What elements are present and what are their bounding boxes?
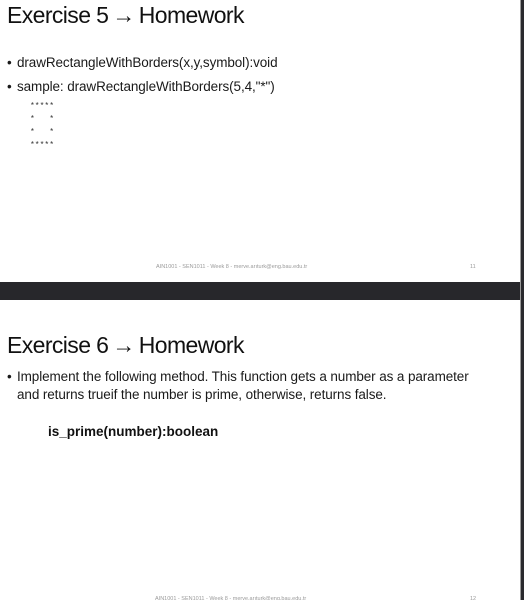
- bullet-text: drawRectangleWithBorders(x,y,symbol):voi…: [17, 55, 278, 70]
- right-arrow-icon: →: [112, 2, 135, 28]
- slide-number: 11: [470, 264, 476, 270]
- slide-exercise-6: Exercise 6 → Homework • Implement the foll…: [0, 300, 520, 600]
- bullet-icon: •: [7, 79, 12, 94]
- slide-separator: [0, 282, 524, 300]
- slide-footer: AIN1001 - SEN1011 - Week 8 - merve.arıtu…: [155, 596, 307, 600]
- slide-title: Exercise 5 → Homework: [7, 2, 245, 29]
- window-right-border: [520, 0, 524, 600]
- title-text: Exercise 5: [7, 2, 109, 28]
- bullet-item: • Implement the following method. This f…: [7, 368, 477, 404]
- bullet-item: • sample: drawRectangleWithBorders(5,4,"…: [7, 78, 278, 96]
- bullet-icon: •: [7, 369, 12, 384]
- method-signature: is_prime(number):boolean: [48, 424, 219, 439]
- bullet-item: • drawRectangleWithBorders(x,y,symbol):v…: [7, 54, 278, 72]
- bullet-list: • Implement the following method. This f…: [7, 368, 477, 410]
- slide-footer: AIN1001 - SEN1011 - Week 8 - merve.arıtu…: [156, 264, 308, 270]
- bullet-icon: •: [7, 55, 12, 70]
- slide-title: Exercise 6 → Homework: [7, 332, 245, 359]
- title-suffix: Homework: [138, 2, 245, 28]
- title-text: Exercise 6: [7, 332, 109, 358]
- sample-output-rectangle: ***** * * * * *****: [30, 102, 55, 150]
- slide-exercise-5: Exercise 5 → Homework • drawRectangleWithB…: [0, 0, 520, 282]
- bullet-text: Implement the following method. This fun…: [17, 369, 469, 402]
- right-arrow-icon: →: [112, 332, 135, 358]
- bullet-text: sample: drawRectangleWithBorders(5,4,"*"…: [17, 79, 275, 94]
- slide-number: 12: [470, 596, 477, 600]
- bullet-list: • drawRectangleWithBorders(x,y,symbol):v…: [7, 54, 278, 102]
- title-suffix: Homework: [138, 332, 245, 358]
